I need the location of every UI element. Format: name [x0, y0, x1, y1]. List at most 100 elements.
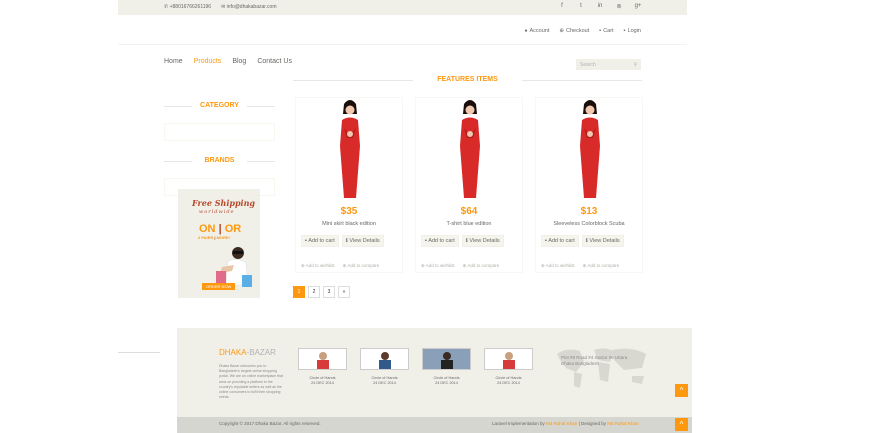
add-to-wishlist-link[interactable]: ⊕ Add to wishlist — [421, 263, 455, 269]
product-name[interactable]: T-shirt blue edition — [416, 221, 522, 227]
nav-blog[interactable]: Blog — [232, 58, 246, 65]
info-icon: ℹ — [465, 238, 468, 244]
offer-pairs: 2 PAIRS — [198, 235, 214, 240]
cart-link[interactable]: ▪ Cart — [599, 28, 613, 34]
product-card: $64 T-shirt blue edition ▪ Add to cart ℹ… — [415, 97, 523, 273]
dribbble-icon[interactable]: ⊚ — [615, 3, 623, 10]
video-date: 24 DEC 2014 — [373, 381, 396, 385]
email-text: info@dhakabazar.com — [226, 4, 277, 10]
compare-label: Add to compare — [467, 263, 500, 268]
header-middle: ● Account ⊕ Checkout ▪ Cart ▪ Login — [118, 15, 687, 45]
offer-or: OR — [224, 223, 242, 235]
brand-part2: -BAZAR — [246, 348, 276, 357]
page-2-button[interactable]: 2 — [308, 286, 320, 298]
video-item[interactable]: Circle of Hands 24 DEC 2014 — [422, 348, 471, 386]
view-details-button[interactable]: ℹ View Details — [341, 235, 384, 247]
add-to-cart-button[interactable]: ▪ Add to cart — [421, 235, 459, 247]
plus-circle-icon: ⊕ — [462, 263, 467, 268]
product-image[interactable] — [562, 98, 618, 202]
video-thumbnail[interactable] — [422, 348, 471, 370]
product-image[interactable] — [322, 98, 378, 202]
product-links: ⊕ Add to wishlist ⊕ Add to compare — [421, 263, 499, 269]
scroll-up-button[interactable]: ^ — [675, 384, 688, 397]
product-image[interactable] — [442, 98, 498, 202]
envelope-icon: ✉ — [221, 4, 226, 10]
video-item[interactable]: Circle of Hands 24 DEC 2014 — [360, 348, 409, 386]
add-to-cart-label: Add to cart — [308, 238, 335, 244]
linkedin-icon[interactable]: in — [596, 3, 604, 10]
lock-icon: ▪ — [623, 28, 626, 34]
info-icon: ℹ — [345, 238, 348, 244]
view-details-label: View Details — [589, 238, 620, 244]
product-card: $13 Sleeveless Colorblock Scuba ▪ Add to… — [535, 97, 643, 273]
video-thumbnail-image — [317, 352, 329, 369]
add-to-wishlist-link[interactable]: ⊕ Add to wishlist — [541, 263, 575, 269]
chevron-up-icon: ^ — [679, 420, 684, 429]
phone-item[interactable]: ✆ +88016766261196 — [164, 4, 211, 10]
video-thumbnail[interactable] — [360, 348, 409, 370]
view-details-button[interactable]: ℹ View Details — [581, 235, 624, 247]
add-to-cart-label: Add to cart — [428, 238, 455, 244]
video-date: 24 DEC 2014 — [311, 381, 334, 385]
video-caption: Circle of Hands 24 DEC 2014 — [422, 376, 471, 386]
credits-text: Laravel Implementation by Md Rahat Khan … — [492, 421, 639, 426]
search-placeholder: Search — [580, 61, 596, 68]
cart-label: Cart — [603, 28, 614, 34]
header-top-bar: ✆ +88016766261196 ✉ info@dhakabazar.com … — [118, 0, 687, 15]
social-icons: f t in ⊚ g+ — [558, 3, 642, 10]
page-3-button[interactable]: 3 — [323, 286, 335, 298]
nav-contact-us[interactable]: Contact Us — [257, 58, 292, 65]
search-icon[interactable]: ⚲ — [633, 62, 637, 68]
twitter-icon[interactable]: t — [577, 3, 585, 10]
left-sidebar: CATEGORY BRANDS — [164, 100, 275, 196]
add-to-cart-label: Add to cart — [548, 238, 575, 244]
product-name[interactable]: Sleeveless Colorblock Scuba — [536, 221, 642, 227]
credit-link-2[interactable]: Md Rahat Khan — [607, 421, 638, 426]
facebook-icon[interactable]: f — [558, 3, 566, 10]
credit-link-1[interactable]: Md Rahat Khan — [546, 421, 577, 426]
shop-menu: ● Account ⊕ Checkout ▪ Cart ▪ Login — [524, 28, 641, 34]
google-plus-icon[interactable]: g+ — [634, 3, 642, 10]
page-1-button[interactable]: 1 — [293, 286, 305, 298]
plus-circle-icon: ⊕ — [301, 263, 305, 268]
nav-home[interactable]: Home — [164, 58, 183, 65]
video-date: 24 DEC 2014 — [497, 381, 520, 385]
search-input[interactable]: Search ⚲ — [576, 59, 641, 70]
product-price: $13 — [580, 206, 598, 217]
nav-products[interactable]: Products — [194, 58, 222, 65]
video-thumbnail[interactable] — [298, 348, 347, 370]
product-name[interactable]: Mini skirt black edition — [296, 221, 402, 227]
video-item[interactable]: Circle of Hands 24 DEC 2014 — [484, 348, 533, 386]
add-to-compare-link[interactable]: ⊕ Add to compare — [463, 263, 500, 269]
scroll-up-button[interactable]: ^ — [675, 418, 688, 431]
add-to-cart-button[interactable]: ▪ Add to cart — [541, 235, 579, 247]
cart-icon: ▪ — [305, 238, 307, 244]
credit-prefix: Laravel Implementation by — [492, 421, 547, 426]
add-to-cart-button[interactable]: ▪ Add to cart — [301, 235, 339, 247]
shipping-ad[interactable]: Free Shipping worldwide ON | OR 2 PAIRS … — [178, 189, 260, 298]
order-now-button[interactable]: ORDER NOW — [202, 283, 236, 290]
product-price: $35 — [340, 206, 358, 217]
footer-bottom: Copyright © 2017 Dhaka Bazar. All rights… — [177, 417, 692, 433]
plus-circle-icon: ⊕ — [582, 263, 587, 268]
add-to-compare-link[interactable]: ⊕ Add to compare — [343, 263, 380, 269]
product-actions: ▪ Add to cart ℹ View Details — [541, 235, 624, 247]
video-item[interactable]: Circle of Hands 24 DEC 2014 — [298, 348, 347, 386]
divider — [118, 352, 160, 353]
video-caption: Circle of Hands 24 DEC 2014 — [360, 376, 409, 386]
shipping-pairs: 2 PAIRS | MORE! — [198, 235, 230, 240]
view-details-button[interactable]: ℹ View Details — [461, 235, 504, 247]
account-link[interactable]: ● Account — [524, 28, 549, 34]
add-to-compare-link[interactable]: ⊕ Add to compare — [583, 263, 620, 269]
phone-icon: ✆ — [164, 4, 169, 10]
checkout-link[interactable]: ⊕ Checkout — [559, 28, 589, 34]
add-to-wishlist-link[interactable]: ⊕ Add to wishlist — [301, 263, 335, 269]
next-page-button[interactable]: » — [338, 286, 350, 298]
video-caption: Circle of Hands 24 DEC 2014 — [298, 376, 347, 386]
video-thumbnail[interactable] — [484, 348, 533, 370]
email-item[interactable]: ✉ info@dhakabazar.com — [221, 4, 276, 10]
login-link[interactable]: ▪ Login — [624, 28, 641, 34]
cart-icon: ▪ — [599, 28, 602, 34]
compare-label: Add to compare — [587, 263, 620, 268]
wishlist-label: Add to wishlist — [305, 263, 335, 268]
